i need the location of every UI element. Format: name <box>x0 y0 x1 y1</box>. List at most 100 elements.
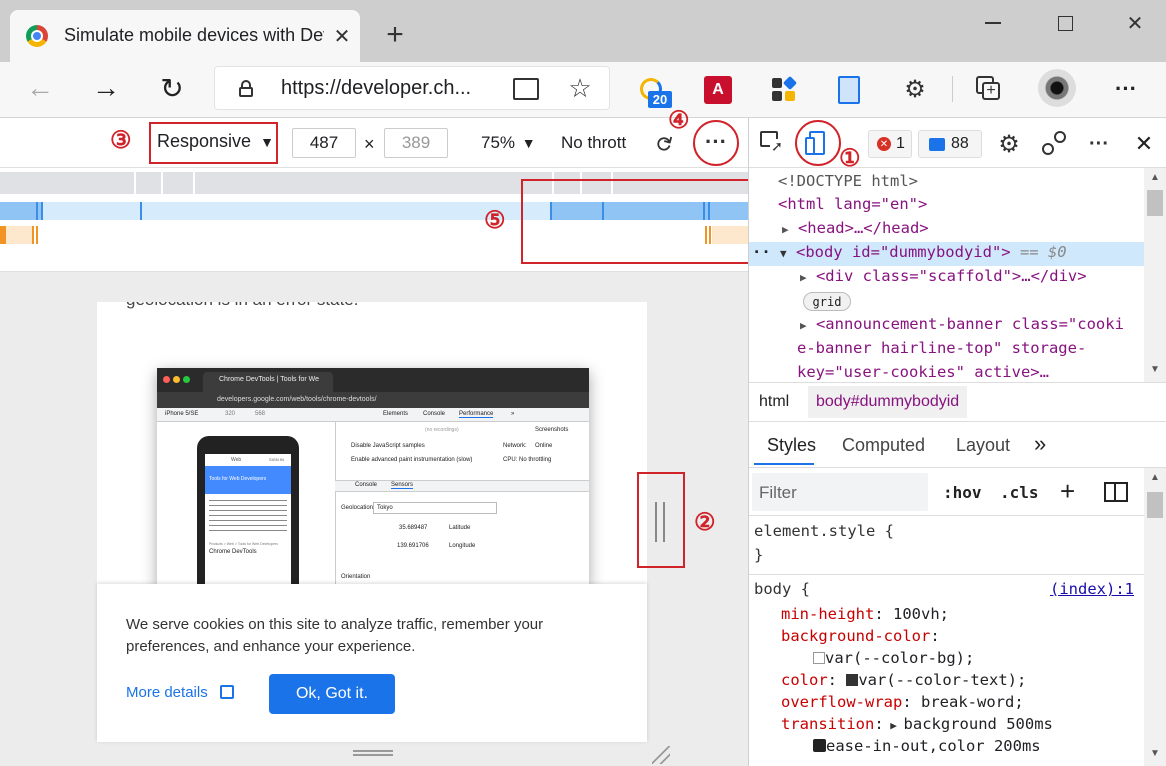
inner-h: 568 <box>255 411 266 417</box>
devtools-more-icon[interactable]: ··· <box>1084 130 1114 158</box>
dom-banner-row[interactable]: ▶ <announcement-banner class="cooki <box>800 315 1124 333</box>
inner-longitude-value: 139.691706 <box>397 543 429 549</box>
close-tab-icon[interactable]: ✕ <box>330 24 354 48</box>
close-window-icon[interactable]: ✕ <box>1120 8 1150 38</box>
dom-div-row[interactable]: ▶ <div class="scaffold">…</div> <box>800 267 1087 285</box>
styles-scrollbar[interactable]: ▲ ▼ <box>1144 468 1166 766</box>
tab-title: Simulate mobile devices with Dev <box>64 25 324 45</box>
tab-styles[interactable]: Styles <box>767 435 816 456</box>
breadcrumb-html[interactable]: html <box>759 393 789 411</box>
browser-tab[interactable]: Simulate mobile devices with Dev ✕ <box>10 10 360 62</box>
element-style-selector[interactable]: element.style { <box>754 522 894 540</box>
hov-button[interactable]: :hov <box>943 483 982 502</box>
collapse-arrow-icon[interactable]: ▼ <box>780 247 787 260</box>
maximize-icon[interactable] <box>1050 8 1080 38</box>
document-icon[interactable] <box>838 76 860 104</box>
rule-background-color-value[interactable]: var(--color-bg); <box>813 649 974 667</box>
dom-banner-line2: e-banner hairline-top" storage- <box>797 339 1087 357</box>
width-input[interactable]: 487 <box>292 128 356 158</box>
tab-more[interactable]: » <box>1034 431 1046 457</box>
more-menu-icon[interactable]: ··· <box>1110 74 1142 104</box>
filter-input[interactable]: Filter <box>752 473 928 511</box>
toggle-sidebar-icon[interactable] <box>1104 482 1128 502</box>
scroll-up-icon[interactable]: ▲ <box>1148 470 1162 484</box>
scroll-down-icon[interactable]: ▼ <box>1148 362 1162 376</box>
settings-gear-icon[interactable]: ⚙ <box>995 130 1023 158</box>
dom-scroll-thumb[interactable] <box>1147 190 1163 216</box>
inner-disable-js: Disable JavaScript samples <box>351 443 425 449</box>
rule-background-color[interactable]: background-color: <box>781 627 940 645</box>
dom-doctype[interactable]: <!DOCTYPE html> <box>778 172 918 190</box>
cls-button[interactable]: .cls <box>1000 483 1039 502</box>
forward-icon[interactable]: → <box>90 72 122 104</box>
extensions-icon[interactable]: ⚙ <box>900 74 930 104</box>
color-swatch-dark[interactable] <box>846 674 859 686</box>
expand-arrow-icon[interactable]: ▶ <box>800 271 807 284</box>
inner-latitude-value: 35.689487 <box>399 525 428 531</box>
source-link[interactable]: (index):1 <box>1050 580 1134 598</box>
device-toggle-icon[interactable] <box>805 131 831 155</box>
rule-min-height[interactable]: min-height: 100vh; <box>781 605 949 623</box>
add-tab-collection-icon[interactable]: + <box>976 76 1002 102</box>
dom-html[interactable]: <html lang="en"> <box>778 195 927 213</box>
scroll-down-icon[interactable]: ▼ <box>1148 746 1162 760</box>
throttling-dropdown[interactable]: No thrott <box>561 133 626 153</box>
styles-scroll-thumb[interactable] <box>1147 492 1163 518</box>
collections-icon[interactable]: 20 <box>638 76 672 108</box>
breadcrumb-body[interactable]: body#dummybodyid <box>808 386 968 418</box>
resize-handle-bottom[interactable] <box>353 750 393 756</box>
cookie-text: We serve cookies on this site to analyze… <box>126 616 544 655</box>
tab-computed[interactable]: Computed <box>842 435 925 456</box>
apps-icon[interactable] <box>772 75 798 102</box>
errors-badge[interactable]: ✕ 1 <box>868 130 912 158</box>
immersive-reader-icon[interactable] <box>513 78 539 100</box>
dom-body: <body id="dummybodyid"> <box>795 243 1011 261</box>
back-icon[interactable]: ← <box>24 72 56 104</box>
body-selector[interactable]: body { <box>754 580 810 598</box>
dom-scrollbar[interactable]: ▲ ▼ <box>1144 168 1166 382</box>
inner-network-label: Network: <box>503 443 527 449</box>
dimensions-value: Responsive <box>157 131 252 151</box>
times-sign: × <box>364 134 375 154</box>
grid-badge[interactable]: grid <box>803 292 851 311</box>
rule-transition[interactable]: transition: ▶ background 500ms <box>781 715 1053 733</box>
lock-icon[interactable] <box>239 80 253 97</box>
rule-transition-line2[interactable]: ease-in-out,color 200ms <box>813 737 1041 755</box>
address-bar[interactable]: https://developer.ch... ☆ <box>214 66 610 110</box>
customize-icon[interactable] <box>1042 131 1068 157</box>
dom-div-scaffold: <div class="scaffold">…</div> <box>815 267 1087 285</box>
tab-styles-underline <box>754 463 814 465</box>
rule-color[interactable]: color: var(--color-text); <box>781 671 1026 689</box>
add-favorite-icon[interactable]: ☆ <box>565 73 595 103</box>
zoom-dropdown[interactable]: 75% ▼ <box>481 133 536 153</box>
page-text-partial: geolocation is in an error state. <box>126 302 358 310</box>
tab-layout[interactable]: Layout <box>956 435 1010 456</box>
easing-swatch-icon[interactable] <box>813 739 826 752</box>
rule-overflow-wrap[interactable]: overflow-wrap: break-word; <box>781 693 1024 711</box>
height-input[interactable]: 389 <box>384 128 448 158</box>
avatar[interactable] <box>1038 69 1076 107</box>
dom-head-row[interactable]: ▶ <head>…</head> <box>782 219 929 237</box>
expand-arrow-icon[interactable]: ▶ <box>884 719 904 732</box>
minimize-icon[interactable] <box>978 8 1008 38</box>
resize-corner-icon[interactable] <box>652 746 670 764</box>
close-devtools-icon[interactable]: ✕ <box>1130 130 1158 158</box>
dimensions-dropdown[interactable]: Responsive ▼ <box>157 131 274 152</box>
new-tab-icon[interactable]: + <box>380 18 410 51</box>
new-rule-button[interactable]: + <box>1060 476 1075 507</box>
device-more-icon[interactable]: ··· <box>698 126 734 158</box>
inner-geolocation-value: Tokyo <box>377 505 393 511</box>
pdf-icon[interactable]: A <box>704 76 732 104</box>
color-swatch-white[interactable] <box>813 652 825 664</box>
expand-arrow-icon[interactable]: ▶ <box>800 319 807 332</box>
more-details-link[interactable]: More details <box>126 684 234 701</box>
error-count: 1 <box>896 135 905 152</box>
refresh-icon[interactable]: ↻ <box>156 72 188 104</box>
scroll-up-icon[interactable]: ▲ <box>1148 170 1162 184</box>
expand-arrow-icon[interactable]: ▶ <box>782 223 789 236</box>
messages-badge[interactable]: 88 <box>918 130 982 158</box>
ok-got-it-button[interactable]: Ok, Got it. <box>269 674 395 714</box>
inner-tab-console: Console <box>423 411 446 417</box>
inspect-element-icon[interactable]: ➚ <box>760 131 784 155</box>
dom-body-row[interactable]: ·· ▼ <body id="dummybodyid"> == $0 <box>752 243 1067 261</box>
